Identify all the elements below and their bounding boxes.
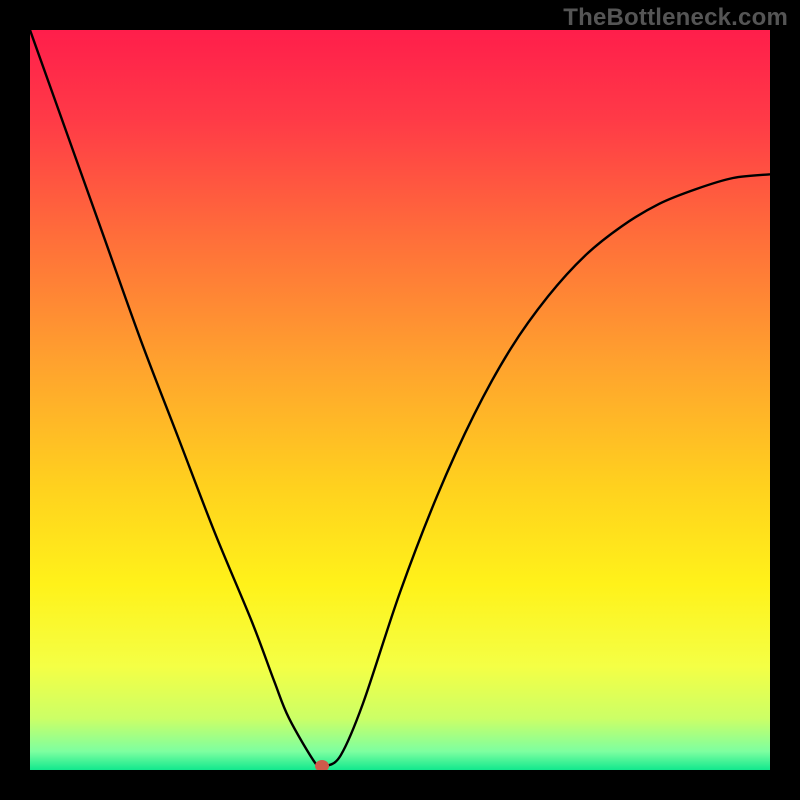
plot-area <box>30 30 770 770</box>
minimum-marker <box>315 760 329 770</box>
chart-frame: TheBottleneck.com <box>0 0 800 800</box>
watermark-text: TheBottleneck.com <box>563 4 788 32</box>
background-gradient <box>30 30 770 770</box>
